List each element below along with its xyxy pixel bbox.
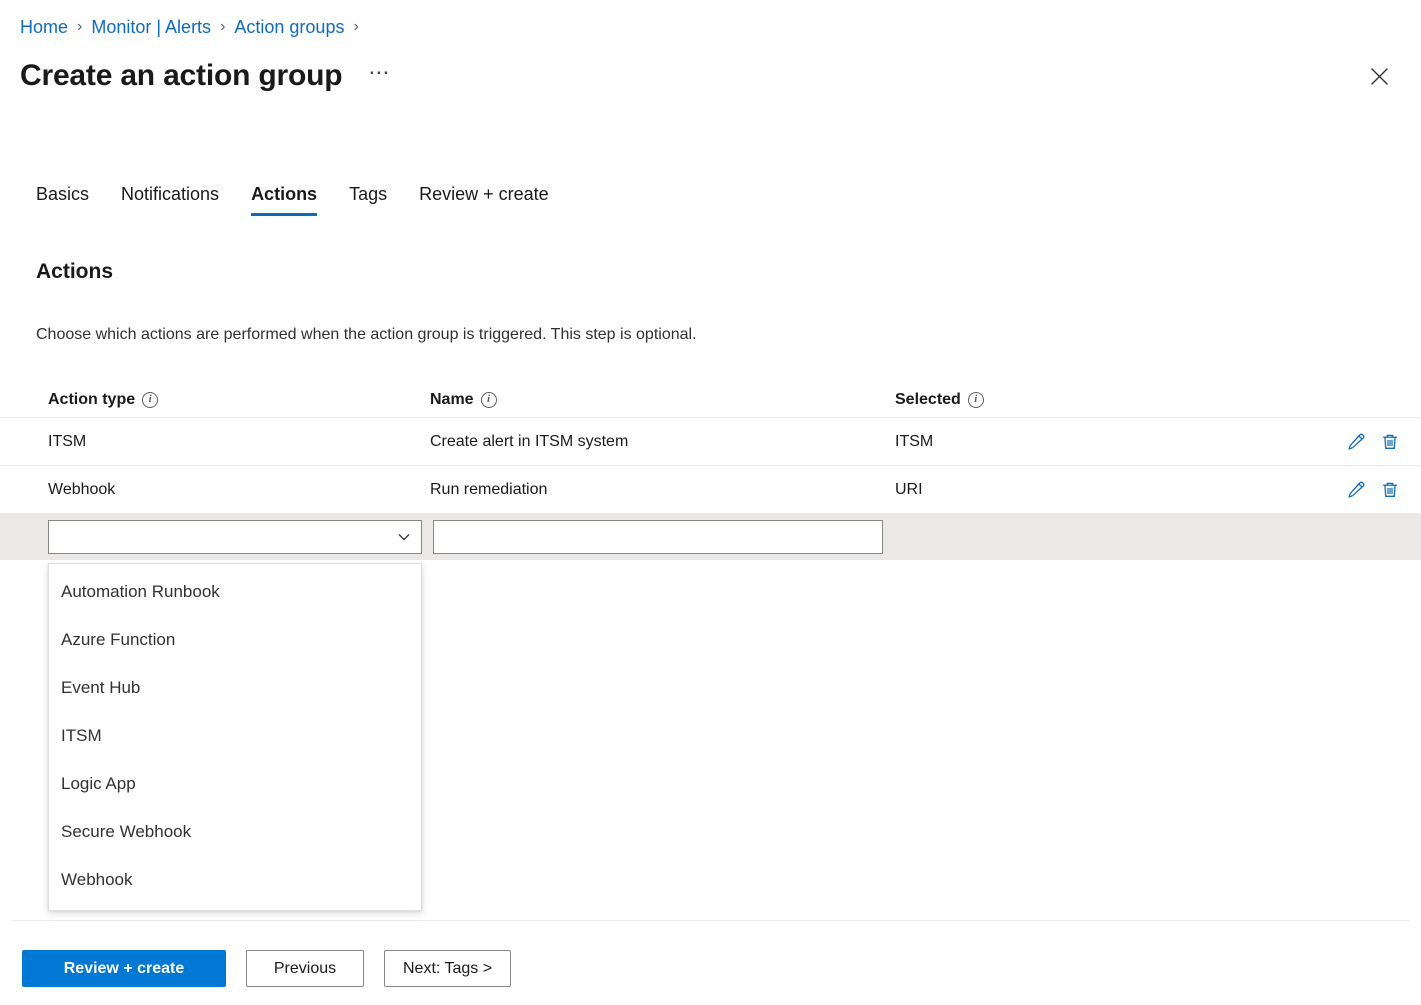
tab-label: Basics — [36, 184, 89, 204]
page-title: Create an action group — [20, 54, 342, 98]
dropdown-option-event-hub[interactable]: Event Hub — [49, 664, 421, 712]
wizard-footer: Review + create Previous Next: Tags > — [22, 950, 511, 987]
actions-table: Action type i Name i Selected i ITSM Cre — [0, 382, 1421, 560]
column-header-label: Selected — [895, 391, 961, 409]
cell-action-type: Webhook — [48, 481, 430, 499]
table-new-row — [0, 514, 1421, 560]
table-header-row: Action type i Name i Selected i — [0, 382, 1421, 418]
tab-review-create[interactable]: Review + create — [403, 176, 565, 218]
tab-label: Notifications — [121, 184, 219, 204]
tab-label: Review + create — [419, 184, 549, 204]
next-tags-button[interactable]: Next: Tags > — [384, 950, 511, 987]
row-actions — [1315, 479, 1401, 501]
tab-notifications[interactable]: Notifications — [105, 176, 235, 218]
column-header-name: Name i — [430, 391, 895, 409]
pencil-icon — [1346, 432, 1366, 452]
breadcrumb: Home › Monitor | Alerts › Action groups … — [20, 14, 368, 40]
edit-row-button[interactable] — [1345, 431, 1367, 453]
trash-icon — [1380, 480, 1400, 500]
trash-icon — [1380, 432, 1400, 452]
info-icon[interactable]: i — [968, 392, 984, 408]
breadcrumb-item-monitor-alerts[interactable]: Monitor | Alerts — [91, 14, 211, 40]
dropdown-option-azure-function[interactable]: Azure Function — [49, 616, 421, 664]
breadcrumb-item-home[interactable]: Home — [20, 14, 68, 40]
breadcrumb-separator-icon: › — [353, 14, 358, 40]
delete-row-button[interactable] — [1379, 431, 1401, 453]
section-description: Choose which actions are performed when … — [36, 324, 697, 346]
cell-name: Run remediation — [430, 481, 895, 499]
dropdown-option-webhook[interactable]: Webhook — [49, 856, 421, 904]
action-name-input[interactable] — [433, 520, 883, 554]
dropdown-option-logic-app[interactable]: Logic App — [49, 760, 421, 808]
previous-button[interactable]: Previous — [246, 950, 364, 987]
tab-actions[interactable]: Actions — [235, 176, 333, 218]
close-button[interactable] — [1361, 58, 1397, 94]
cell-selected: URI — [895, 481, 1315, 499]
cell-selected: ITSM — [895, 433, 1315, 451]
dropdown-option-automation-runbook[interactable]: Automation Runbook — [49, 568, 421, 616]
dropdown-option-secure-webhook[interactable]: Secure Webhook — [49, 808, 421, 856]
info-icon[interactable]: i — [481, 392, 497, 408]
column-header-label: Action type — [48, 391, 135, 409]
cell-name: Create alert in ITSM system — [430, 433, 895, 451]
action-type-select-wrapper — [48, 520, 422, 554]
breadcrumb-item-action-groups[interactable]: Action groups — [234, 14, 344, 40]
action-type-select[interactable] — [48, 520, 422, 554]
tab-label: Actions — [251, 184, 317, 204]
dropdown-option-itsm[interactable]: ITSM — [49, 712, 421, 760]
table-row[interactable]: ITSM Create alert in ITSM system ITSM — [0, 418, 1421, 466]
cell-action-type: ITSM — [48, 433, 430, 451]
more-menu-icon[interactable]: ⋯ — [362, 60, 397, 92]
info-icon[interactable]: i — [142, 392, 158, 408]
tab-label: Tags — [349, 184, 387, 204]
wizard-tabs: Basics Notifications Actions Tags Review… — [20, 176, 565, 218]
edit-row-button[interactable] — [1345, 479, 1367, 501]
section-title: Actions — [36, 260, 113, 284]
column-header-action-type: Action type i — [48, 391, 430, 409]
tab-tags[interactable]: Tags — [333, 176, 403, 218]
pencil-icon — [1346, 480, 1366, 500]
row-actions — [1315, 431, 1401, 453]
tab-basics[interactable]: Basics — [20, 176, 105, 218]
title-row: Create an action group ⋯ — [20, 54, 1401, 98]
column-header-selected: Selected i — [895, 391, 1315, 409]
review-create-button[interactable]: Review + create — [22, 950, 226, 987]
breadcrumb-separator-icon: › — [77, 14, 82, 40]
column-header-label: Name — [430, 391, 474, 409]
delete-row-button[interactable] — [1379, 479, 1401, 501]
action-type-dropdown-list: Automation Runbook Azure Function Event … — [48, 563, 422, 911]
table-row[interactable]: Webhook Run remediation URI — [0, 466, 1421, 514]
create-action-group-blade: Home › Monitor | Alerts › Action groups … — [0, 0, 1421, 1005]
breadcrumb-separator-icon: › — [220, 14, 225, 40]
close-icon — [1370, 67, 1389, 86]
footer-divider — [12, 920, 1409, 921]
